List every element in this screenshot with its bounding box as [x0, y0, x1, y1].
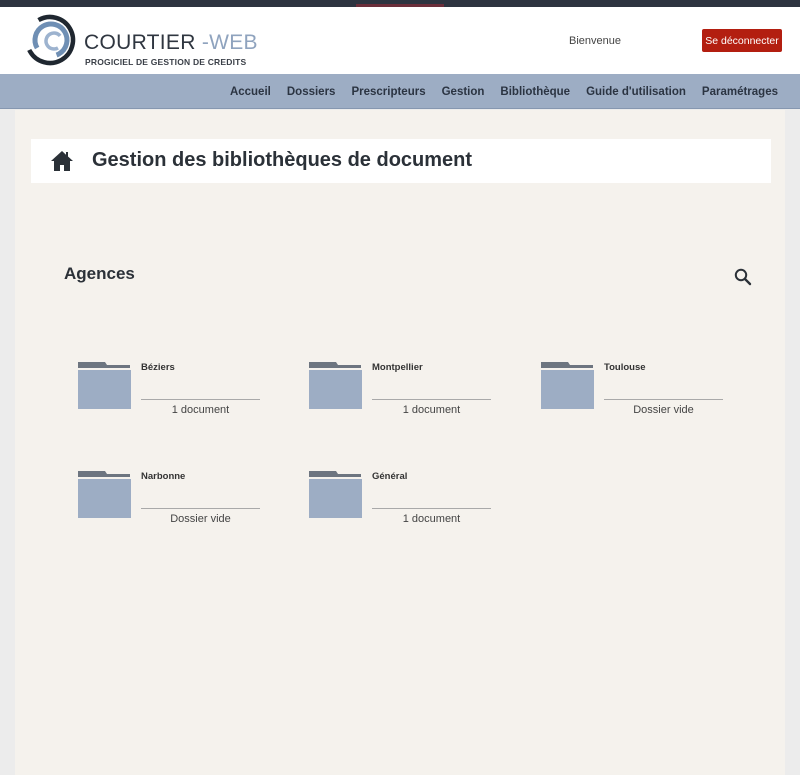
- nav-accueil[interactable]: Accueil: [230, 86, 271, 98]
- folder-divider: [372, 399, 491, 400]
- folder-divider: [604, 399, 723, 400]
- folder-count: Dossier vide: [633, 404, 694, 416]
- folder-divider: [372, 508, 491, 509]
- top-strip: [0, 0, 800, 7]
- logo-swirl-icon: [24, 14, 76, 66]
- folder-item[interactable]: Montpellier 1 document: [309, 361, 499, 421]
- folder-icon: [78, 471, 131, 518]
- logo[interactable]: COURTIER -WEB PROGICIEL DE GESTION DE CR…: [24, 12, 258, 68]
- folder-item[interactable]: Général 1 document: [309, 470, 499, 530]
- logo-name: COURTIER -WEB: [84, 31, 258, 54]
- nav-parametrages[interactable]: Paramétrages: [702, 86, 778, 98]
- folder-icon: [78, 362, 131, 409]
- folder-icon: [309, 471, 362, 518]
- folder-icon: [309, 362, 362, 409]
- folder-item[interactable]: Narbonne Dossier vide: [78, 470, 268, 530]
- nav-gestion[interactable]: Gestion: [442, 86, 485, 98]
- folder-item[interactable]: Béziers 1 document: [78, 361, 268, 421]
- logo-subtitle: PROGICIEL DE GESTION DE CREDITS: [85, 57, 247, 67]
- folder-count: 1 document: [402, 404, 461, 416]
- folder-divider: [141, 399, 260, 400]
- page-title-bar: Gestion des bibliothèques de document: [31, 139, 771, 183]
- search-icon[interactable]: [734, 268, 752, 286]
- folder-name: Montpellier: [372, 362, 423, 373]
- folder-item[interactable]: Toulouse Dossier vide: [541, 361, 731, 421]
- section-title: Agences: [64, 264, 135, 283]
- folder-name: Narbonne: [141, 471, 186, 482]
- folder-name: Béziers: [141, 362, 175, 373]
- folder-divider: [141, 508, 260, 509]
- main-navbar: Accueil Dossiers Prescripteurs Gestion B…: [0, 74, 800, 109]
- folder-count: 1 document: [402, 513, 461, 525]
- folder-name: Général: [372, 471, 408, 482]
- nav-guide[interactable]: Guide d'utilisation: [586, 86, 686, 98]
- header: COURTIER -WEB PROGICIEL DE GESTION DE CR…: [0, 7, 800, 74]
- folder-icon: [541, 362, 594, 409]
- logout-button[interactable]: Se déconnecter: [702, 29, 782, 52]
- main-nav: Accueil Dossiers Prescripteurs Gestion B…: [214, 74, 778, 109]
- folder-count: Dossier vide: [170, 513, 231, 525]
- welcome-text: Bienvenue: [569, 35, 621, 47]
- page-title: Gestion des bibliothèques de document: [92, 149, 473, 171]
- main-content: Gestion des bibliothèques de document Ag…: [15, 110, 785, 775]
- nav-prescripteurs[interactable]: Prescripteurs: [351, 86, 425, 98]
- home-icon: [51, 151, 73, 171]
- nav-dossiers[interactable]: Dossiers: [287, 86, 336, 98]
- folder-count: 1 document: [171, 404, 230, 416]
- nav-bibliotheque[interactable]: Bibliothèque: [500, 86, 570, 98]
- folder-name: Toulouse: [604, 362, 646, 373]
